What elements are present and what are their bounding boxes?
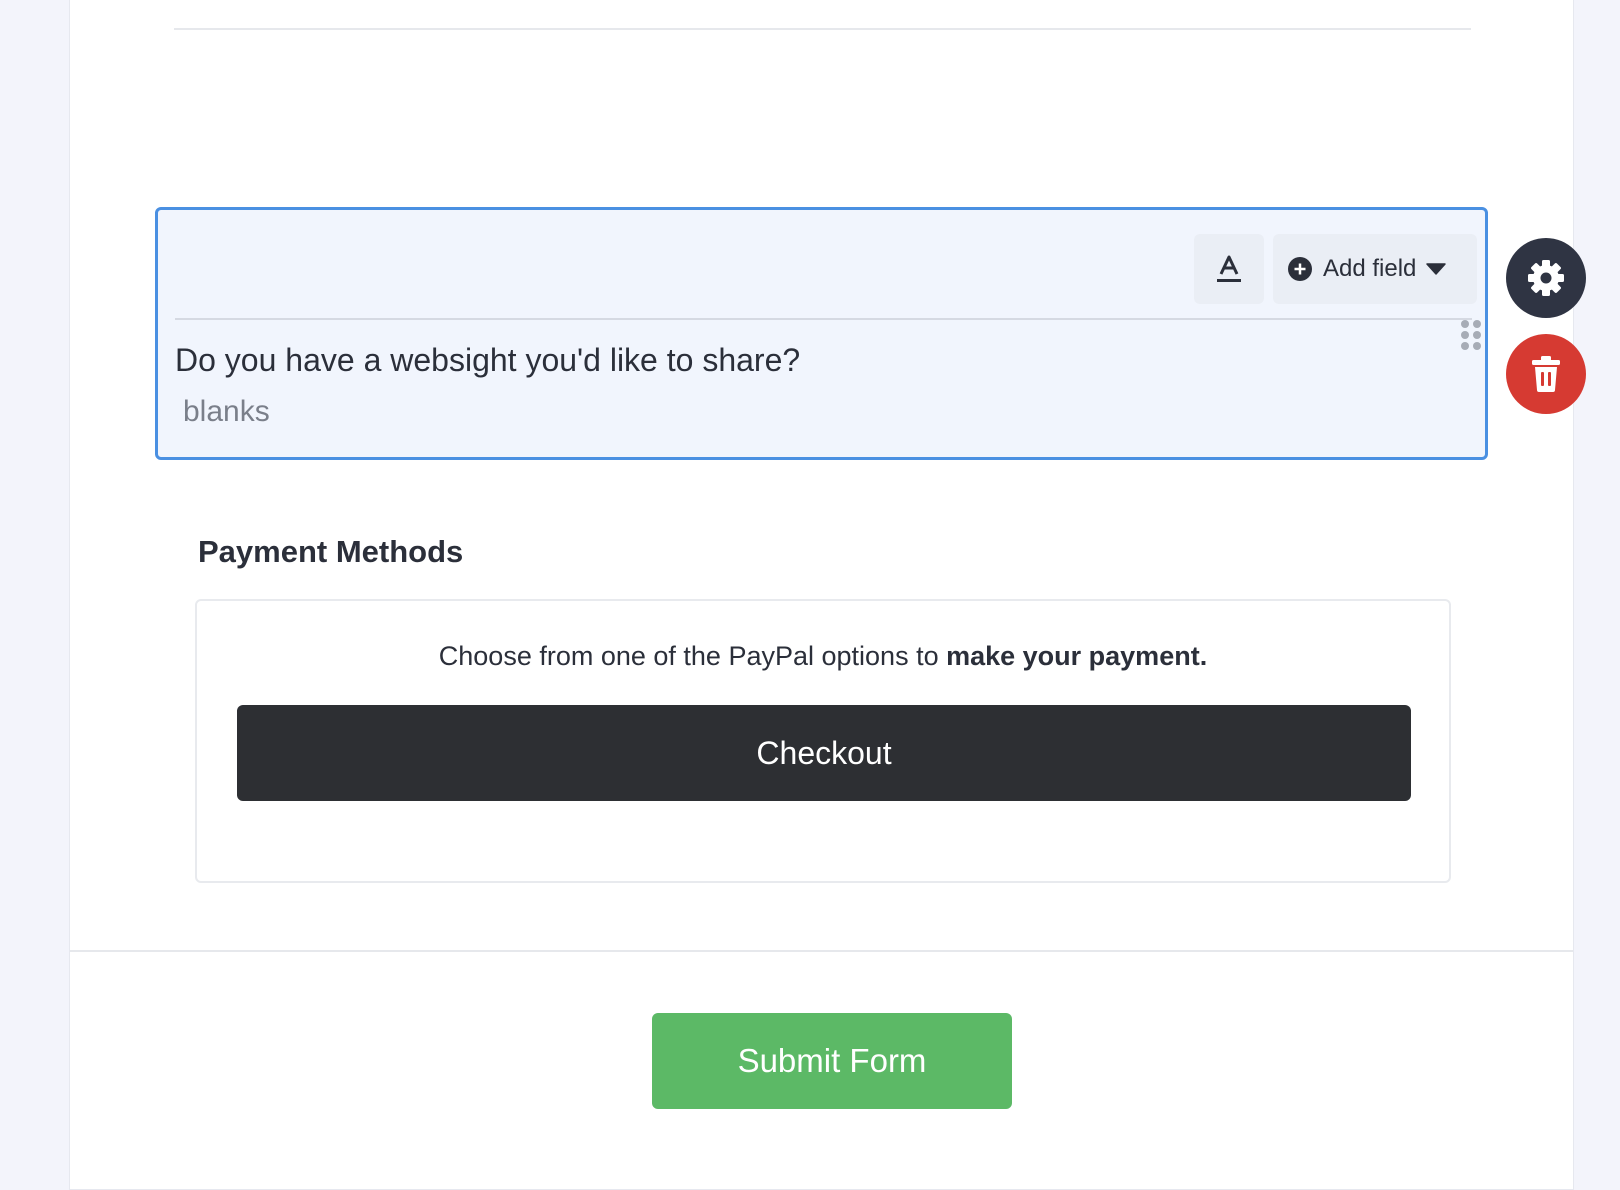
checkout-button[interactable]: Checkout [237, 705, 1411, 801]
add-field-label: Add field [1323, 255, 1417, 282]
selected-field-block[interactable]: Add field Do you have a websight you'd l… [155, 207, 1488, 460]
text-color-icon [1217, 255, 1241, 282]
payment-box: Choose from one of the PayPal options to… [195, 599, 1451, 883]
field-question: Do you have a websight you'd like to sha… [175, 342, 801, 378]
settings-button[interactable] [1506, 238, 1586, 318]
submit-form-button[interactable]: Submit Form [652, 1013, 1012, 1109]
section-divider [174, 28, 1471, 30]
text-style-button[interactable] [1194, 234, 1264, 304]
drag-handle[interactable] [1459, 318, 1483, 352]
footer-divider [70, 950, 1573, 952]
delete-button[interactable] [1506, 334, 1586, 414]
trash-icon [1532, 356, 1560, 392]
payment-info-plain: Choose from one of the PayPal options to [438, 641, 947, 671]
form-card: Add field Do you have a websight you'd l… [69, 0, 1574, 1190]
add-field-button[interactable]: Add field [1273, 234, 1477, 304]
field-answer[interactable]: blanks [183, 395, 270, 429]
caret-down-icon [1426, 263, 1447, 275]
toolbar-divider [175, 318, 1472, 320]
payment-methods-title: Payment Methods [198, 534, 464, 569]
gear-icon [1528, 260, 1564, 296]
payment-info-text: Choose from one of the PayPal options to… [197, 641, 1449, 672]
payment-info-bold: make your payment. [946, 641, 1208, 671]
plus-circle-icon [1288, 257, 1312, 281]
drag-dots-icon [1461, 320, 1481, 350]
